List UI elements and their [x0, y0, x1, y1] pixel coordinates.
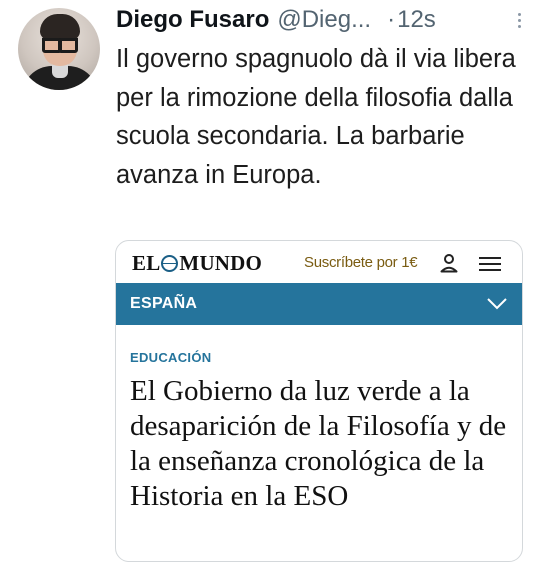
more-icon[interactable]: [514, 12, 524, 28]
section-label: ESPAÑA: [130, 295, 198, 312]
author-handle[interactable]: @Dieg...: [277, 6, 371, 34]
avatar-collar: [52, 64, 68, 78]
avatar-hair: [40, 14, 80, 40]
separator-dot: ·: [387, 6, 396, 33]
site-topbar: EL MUNDO Suscríbete por 1€: [116, 241, 522, 287]
logo-right-text: MUNDO: [179, 251, 263, 275]
link-card[interactable]: EL MUNDO Suscríbete por 1€ ESPAÑA EDUCAC…: [115, 240, 523, 562]
author-avatar[interactable]: [18, 8, 100, 90]
user-icon[interactable]: [440, 253, 458, 273]
menu-icon[interactable]: [479, 257, 501, 271]
globe-icon: [161, 255, 179, 272]
section-bar[interactable]: ESPAÑA: [116, 283, 522, 325]
chevron-down-icon[interactable]: [486, 295, 508, 311]
el-mundo-logo: EL MUNDO: [132, 251, 262, 276]
tweet-header: Diego Fusaro @Dieg... · 12s: [116, 4, 532, 36]
article-headline[interactable]: El Gobierno da luz verde a la desaparici…: [130, 374, 515, 514]
subscribe-link[interactable]: Suscríbete por 1€: [304, 254, 418, 271]
timestamp[interactable]: 12s: [397, 6, 436, 34]
avatar-glasses: [42, 38, 78, 53]
logo-left-text: EL: [132, 251, 161, 275]
tweet-text: Il governo spagnuolo dà il via libera pe…: [116, 45, 516, 189]
article-kicker: EDUCACIÓN: [130, 350, 212, 365]
author-name[interactable]: Diego Fusaro: [116, 6, 269, 34]
